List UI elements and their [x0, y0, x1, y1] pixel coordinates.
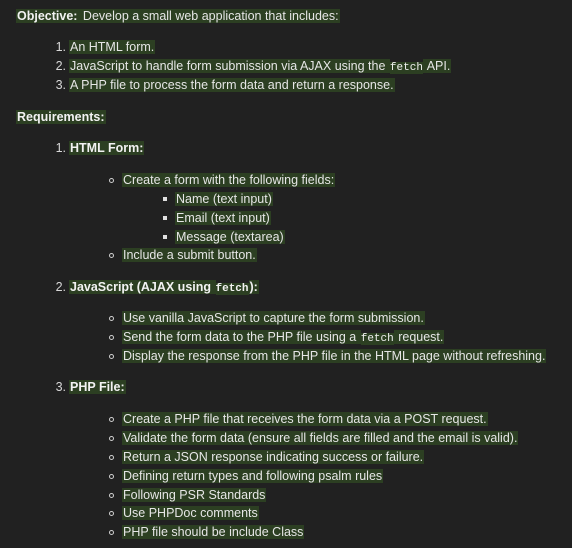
bullet-circle-icon	[109, 436, 114, 441]
bullet-circle-icon	[109, 178, 114, 183]
bullet-circle-icon	[109, 530, 114, 535]
list-item: Use PHPDoc comments	[122, 506, 259, 520]
list-item: Create a form with the following fields:	[122, 173, 336, 187]
list-item: Display the response from the PHP file i…	[122, 349, 547, 363]
bullet-circle-icon	[109, 474, 114, 479]
bullet-circle-icon	[109, 455, 114, 460]
list-item: Following PSR Standards	[122, 488, 267, 502]
bullet-square-icon	[163, 216, 167, 220]
bullet-circle-icon	[109, 493, 114, 498]
section-title-php-file: PHP File:	[69, 380, 126, 394]
objective-item-number: 1.	[55, 40, 66, 54]
field-item: Email (text input)	[175, 211, 271, 225]
bullet-circle-icon	[109, 316, 114, 321]
list-item: Create a PHP file that receives the form…	[122, 412, 488, 426]
section-title-javascript: JavaScript (AJAX using fetch):	[69, 280, 259, 295]
objective-item: JavaScript to handle form submission via…	[69, 59, 452, 74]
list-item: PHP file should be include Class	[122, 525, 305, 539]
section-number: 3.	[55, 380, 66, 394]
section-number: 1.	[55, 141, 66, 155]
list-item: Include a submit button.	[122, 248, 257, 262]
list-item: Validate the form data (ensure all field…	[122, 431, 519, 445]
inline-code: fetch	[389, 62, 423, 74]
requirements-heading: Requirements:	[16, 110, 106, 124]
field-item: Message (textarea)	[175, 230, 285, 244]
bullet-square-icon	[163, 197, 167, 201]
bullet-circle-icon	[109, 417, 114, 422]
objective-label: Objective:	[16, 9, 79, 23]
bullet-circle-icon	[109, 253, 114, 258]
bullet-circle-icon	[109, 354, 114, 359]
objective-item-number: 3.	[55, 78, 66, 92]
objective-item: An HTML form.	[69, 40, 156, 54]
bullet-circle-icon	[109, 335, 114, 340]
inline-code: fetch	[215, 283, 249, 295]
list-item: Send the form data to the PHP file using…	[122, 330, 445, 345]
list-item: Use vanilla JavaScript to capture the fo…	[122, 311, 425, 325]
bullet-square-icon	[163, 235, 167, 239]
objective-item-number: 2.	[55, 59, 66, 73]
inline-code: fetch	[360, 333, 394, 345]
section-title-html-form: HTML Form:	[69, 141, 145, 155]
objective-text: Develop a small web application that inc…	[78, 9, 340, 23]
field-item: Name (text input)	[175, 192, 273, 206]
objective-item: A PHP file to process the form data and …	[69, 78, 395, 92]
section-number: 2.	[55, 280, 66, 294]
bullet-circle-icon	[109, 511, 114, 516]
list-item: Return a JSON response indicating succes…	[122, 450, 425, 464]
objective-line: Objective: Develop a small web applicati…	[16, 8, 340, 24]
list-item: Defining return types and following psal…	[122, 469, 384, 483]
